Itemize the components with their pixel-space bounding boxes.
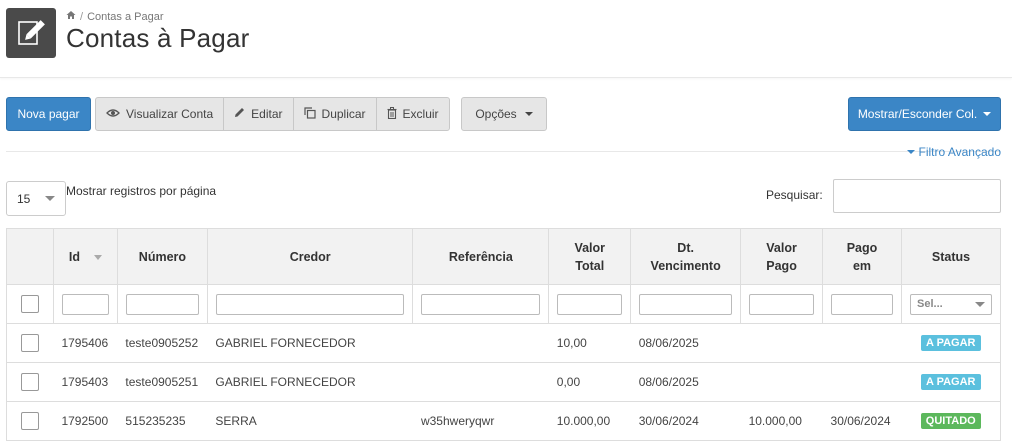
- cell-referencia: w35hweryqwr: [412, 401, 549, 441]
- chevron-down-icon: [983, 112, 992, 116]
- duplicate-label: Duplicar: [321, 107, 366, 121]
- filter-input-id[interactable]: [61, 293, 109, 315]
- column-header-numero[interactable]: Número: [116, 228, 208, 285]
- trash-icon: [387, 106, 397, 122]
- table-row[interactable]: 1795406 teste0905252 GABRIEL FORNECEDOR …: [6, 323, 1001, 363]
- filter-select-status[interactable]: Sel...: [910, 293, 992, 315]
- pencil-icon: [6, 8, 56, 58]
- column-header-referencia[interactable]: Referência: [412, 228, 550, 285]
- page-header: / Contas a Pagar Contas à Pagar: [0, 0, 1012, 78]
- payables-table: Id Número Credor Referência Valor Total …: [6, 228, 1001, 441]
- filter-input-valor-pago[interactable]: [749, 293, 815, 315]
- sort-desc-icon: [93, 254, 102, 260]
- cell-pago-em: [822, 323, 902, 363]
- cell-valor-pago: [740, 362, 823, 402]
- cell-credor: SERRA: [207, 401, 413, 441]
- options-label: Opções: [475, 107, 517, 121]
- page-size-label: Mostrar registros por página: [66, 184, 217, 198]
- column-header-valor-pago[interactable]: Valor Pago: [740, 228, 824, 285]
- column-header-dt-vencimento[interactable]: Dt. Vencimento: [630, 228, 742, 285]
- chevron-down-icon: [45, 196, 55, 201]
- column-header-id[interactable]: Id: [52, 228, 118, 285]
- status-badge: A PAGAR: [921, 335, 981, 351]
- new-payable-button[interactable]: Nova pagar: [6, 97, 91, 131]
- column-filter-row: Sel...: [6, 284, 1001, 324]
- cell-credor: GABRIEL FORNECEDOR: [207, 362, 413, 402]
- cell-referencia: [412, 323, 549, 363]
- page-size-value: 15: [17, 191, 31, 206]
- select-all-checkbox[interactable]: [20, 295, 39, 313]
- view-account-button[interactable]: Visualizar Conta: [96, 98, 225, 130]
- column-header-status[interactable]: Status: [901, 228, 1001, 285]
- breadcrumb-item[interactable]: Contas a Pagar: [87, 11, 163, 23]
- column-header-pago-em[interactable]: Pago em: [822, 228, 902, 285]
- row-checkbox[interactable]: [21, 412, 40, 430]
- filter-input-numero[interactable]: [125, 293, 199, 315]
- advanced-filter-label: Filtro Avançado: [918, 145, 1002, 159]
- pencil-icon: [234, 107, 245, 121]
- breadcrumb-separator: /: [80, 10, 84, 23]
- cell-valor-total: 10.000,00: [548, 401, 631, 441]
- delete-button[interactable]: Excluir: [377, 98, 449, 130]
- filter-input-referencia[interactable]: [421, 293, 541, 315]
- chevron-down-icon: [906, 150, 915, 154]
- filter-input-dt-vencimento[interactable]: [639, 293, 733, 315]
- cell-id: 1795406: [53, 323, 118, 363]
- edit-label: Editar: [251, 107, 283, 121]
- table-row[interactable]: 1792500 515235235 SERRA w35hweryqwr 10.0…: [6, 401, 1001, 441]
- filter-input-pago-em[interactable]: [831, 293, 893, 315]
- table-row[interactable]: 1795403 teste0905251 GABRIEL FORNECEDOR …: [6, 362, 1001, 402]
- cell-dt-vencimento: 30/06/2024: [630, 401, 741, 441]
- cell-id: 1795403: [53, 362, 118, 402]
- copy-icon: [303, 106, 316, 122]
- record-actions-group: Visualizar Conta Editar Duplicar Excluir: [95, 97, 450, 131]
- eye-icon: [106, 107, 120, 121]
- cell-valor-total: 0,00: [548, 362, 631, 402]
- status-filter-value: Sel...: [917, 298, 943, 310]
- table-header-row: Id Número Credor Referência Valor Total …: [6, 228, 1001, 285]
- cell-dt-vencimento: 08/06/2025: [630, 362, 741, 402]
- select-all-header: [6, 228, 54, 285]
- advanced-filter-link[interactable]: Filtro Avançado: [906, 145, 1002, 159]
- row-checkbox[interactable]: [21, 334, 40, 352]
- page-size-select[interactable]: 15: [6, 181, 66, 216]
- toolbar-divider: [6, 151, 1000, 152]
- filter-input-credor[interactable]: [215, 293, 405, 315]
- cell-pago-em: 30/06/2024: [822, 401, 902, 441]
- view-account-label: Visualizar Conta: [126, 107, 214, 121]
- breadcrumb: / Contas a Pagar: [66, 10, 164, 23]
- cell-referencia: [412, 362, 549, 402]
- home-icon[interactable]: [66, 10, 76, 23]
- cell-valor-pago: 10.000,00: [740, 401, 823, 441]
- cell-pago-em: [822, 362, 902, 402]
- cell-numero: teste0905251: [117, 362, 208, 402]
- cell-numero: teste0905252: [117, 323, 208, 363]
- chevron-down-icon: [975, 301, 985, 307]
- toggle-columns-dropdown[interactable]: Mostrar/Esconder Col.: [848, 97, 1001, 131]
- status-badge: A PAGAR: [921, 374, 981, 390]
- cell-valor-pago: [740, 323, 823, 363]
- edit-button[interactable]: Editar: [224, 98, 294, 130]
- cell-numero: 515235235: [117, 401, 208, 441]
- chevron-down-icon: [524, 112, 533, 116]
- column-header-valor-total[interactable]: Valor Total: [548, 228, 632, 285]
- cell-dt-vencimento: 08/06/2025: [630, 323, 741, 363]
- toggle-columns-label: Mostrar/Esconder Col.: [857, 107, 978, 121]
- duplicate-button[interactable]: Duplicar: [294, 98, 377, 130]
- cell-credor: GABRIEL FORNECEDOR: [207, 323, 413, 363]
- row-checkbox[interactable]: [21, 373, 40, 391]
- column-header-credor[interactable]: Credor: [206, 228, 414, 285]
- status-badge: QUITADO: [920, 413, 981, 429]
- cell-valor-total: 10,00: [548, 323, 631, 363]
- options-dropdown[interactable]: Opções: [461, 97, 547, 131]
- search-label: Pesquisar:: [766, 188, 823, 202]
- filter-input-valor-total[interactable]: [557, 293, 623, 315]
- cell-id: 1792500: [53, 401, 118, 441]
- delete-label: Excluir: [402, 107, 439, 121]
- search-input[interactable]: [833, 179, 1001, 213]
- page-title: Contas à Pagar: [66, 23, 250, 53]
